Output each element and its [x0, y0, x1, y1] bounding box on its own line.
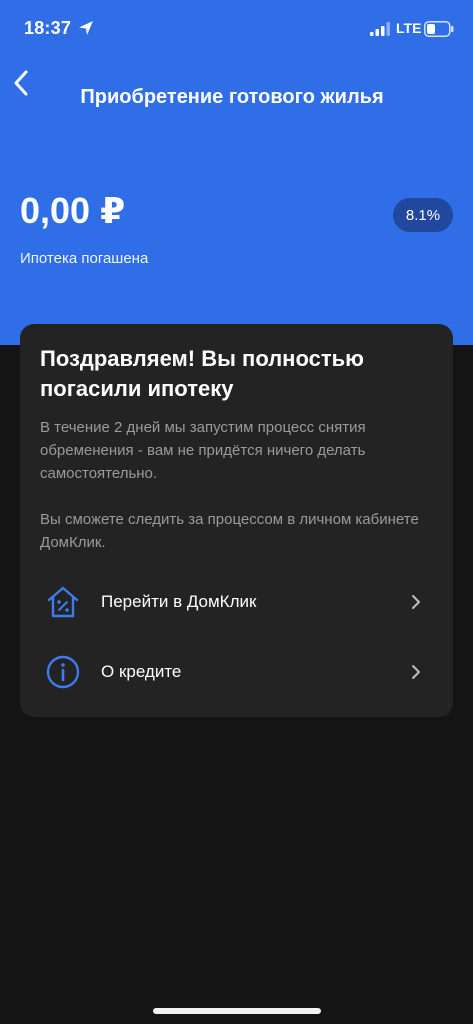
chevron-right-icon: [412, 595, 420, 609]
card-title: Поздравляем! Вы полностью погасили ипоте…: [40, 346, 364, 401]
network-type: LTE: [396, 20, 422, 36]
loan-amount: 0,00 ₽: [20, 190, 126, 231]
chevron-right-icon: [412, 665, 420, 679]
location-arrow-icon: [79, 21, 93, 35]
loan-status: Ипотека погашена: [20, 250, 149, 267]
about-credit-button[interactable]: О кредите: [20, 644, 453, 700]
card-tracking-note: Вы сможете следить за процессом в личном…: [40, 511, 419, 551]
battery-icon: [424, 21, 454, 37]
info-icon: [46, 655, 80, 689]
rate-badge: 8.1%: [393, 198, 453, 232]
house-percent-icon: [47, 586, 79, 618]
home-indicator[interactable]: [153, 1008, 321, 1014]
status-time: 18:37: [24, 18, 72, 38]
status-bar: 18:37 LTE: [0, 0, 473, 56]
card-description: В течение 2 дней мы запустим процесс сня…: [40, 419, 366, 482]
go-to-domclick-button[interactable]: Перейти в ДомКлик: [20, 574, 453, 630]
page-title: Приобретение готового жилья: [80, 86, 384, 108]
signal-bars-icon: [370, 22, 390, 36]
about-credit-label: О кредите: [101, 662, 182, 681]
go-to-domclick-label: Перейти в ДомКлик: [101, 592, 257, 611]
congrats-card: Поздравляем! Вы полностью погасили ипоте…: [20, 324, 453, 717]
